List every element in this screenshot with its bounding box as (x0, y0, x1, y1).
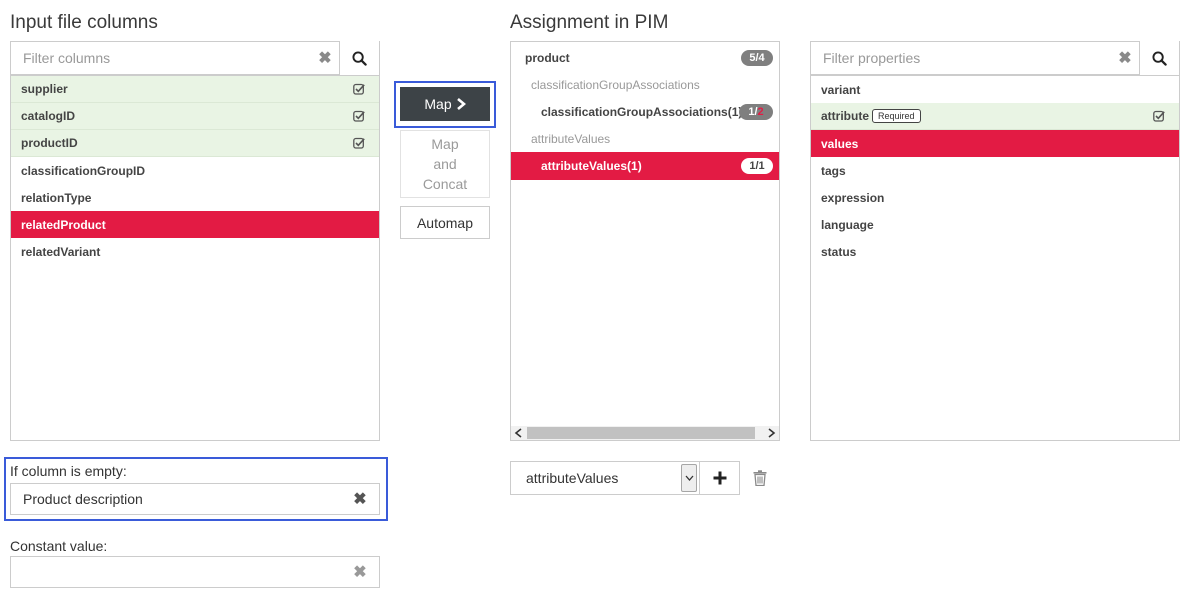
property-item-tags[interactable]: tags (811, 157, 1179, 184)
tree-group-attribute-values[interactable]: attributeValues (511, 125, 779, 152)
map-and-concat-button[interactable]: Map and Concat (400, 130, 490, 198)
property-item-label: variant (821, 82, 861, 97)
constant-value-field: ✖ (10, 556, 380, 588)
tree-group-classification[interactable]: classificationGroupAssociations (511, 71, 779, 98)
pim-tree: product 5/4 classificationGroupAssociati… (510, 41, 780, 441)
map-concat-label-1: Map (431, 136, 459, 152)
tree-node-label: attributeValues(1) (541, 159, 642, 173)
clear-icon[interactable]: ✖ (341, 489, 379, 509)
column-item-label: relatedVariant (21, 244, 101, 259)
clear-icon[interactable]: ✖ (341, 562, 379, 582)
property-item-label: tags (821, 163, 846, 178)
automap-button[interactable]: Automap (400, 206, 490, 239)
mapping-count-badge: 1/2 (739, 104, 773, 120)
tree-node-product[interactable]: product 5/4 (511, 44, 779, 71)
check-square-icon (353, 137, 365, 149)
tree-group-label: attributeValues (531, 131, 611, 146)
search-columns-button[interactable] (339, 41, 379, 75)
plus-icon (713, 471, 726, 485)
column-item-supplier[interactable]: supplier (11, 76, 379, 103)
column-item-label: supplier (21, 82, 68, 96)
clear-icon[interactable]: ✖ (1111, 48, 1139, 68)
property-item-language[interactable]: language (811, 211, 1179, 238)
columns-list: supplier catalogID productID classification… (10, 75, 380, 441)
trash-icon (753, 470, 767, 486)
column-item-label: productID (21, 136, 78, 150)
input-columns-title: Input file columns (10, 12, 158, 33)
add-node-button[interactable] (699, 461, 740, 495)
column-item-productid[interactable]: productID (11, 130, 379, 157)
property-item-label: status (821, 244, 857, 259)
check-square-icon (1153, 110, 1165, 122)
column-item-classificationgroupid[interactable]: classificationGroupID (11, 157, 379, 184)
search-icon (352, 50, 367, 66)
horizontal-scrollbar[interactable] (511, 426, 779, 440)
check-square-icon (353, 83, 365, 95)
property-item-label: attribute (821, 109, 869, 123)
map-button-label: Map (424, 96, 452, 112)
column-item-relatedproduct[interactable]: relatedProduct (11, 211, 379, 238)
tree-node-classification-1[interactable]: classificationGroupAssociations(1) 1/2 (511, 98, 779, 125)
map-button[interactable]: Map (400, 87, 490, 121)
column-item-catalogid[interactable]: catalogID (11, 103, 379, 130)
scrollbar-thumb[interactable] (527, 427, 755, 439)
map-concat-label-2: and (433, 156, 457, 172)
required-tag: Required (872, 109, 921, 123)
column-item-relatedvariant[interactable]: relatedVariant (11, 238, 379, 265)
badge-count-part: 1/ (748, 106, 758, 118)
property-item-status[interactable]: status (811, 238, 1179, 265)
property-item-values[interactable]: values (811, 130, 1179, 157)
property-item-expression[interactable]: expression (811, 184, 1179, 211)
tree-node-attribute-values-1[interactable]: attributeValues(1) 1/1 (511, 152, 779, 180)
clear-icon[interactable]: ✖ (311, 48, 339, 68)
empty-value-input[interactable] (11, 484, 341, 514)
property-item-attribute[interactable]: attribute Required (811, 103, 1179, 130)
map-concat-label-3: Concat (422, 176, 468, 192)
delete-node-button[interactable] (750, 468, 770, 488)
filter-properties-field: ✖ (810, 41, 1180, 75)
constant-value-input[interactable] (11, 557, 341, 587)
empty-value-field: ✖ (10, 483, 380, 515)
search-icon (1152, 50, 1167, 66)
column-item-label: catalogID (21, 109, 76, 123)
property-item-label: expression (821, 190, 885, 205)
filter-columns-input[interactable] (11, 42, 311, 74)
search-properties-button[interactable] (1139, 41, 1179, 75)
chevron-down-icon[interactable] (681, 464, 697, 492)
tree-node-label: product (525, 50, 570, 65)
property-item-label: values (821, 136, 859, 151)
filter-columns-field: ✖ (10, 41, 380, 75)
assignment-title: Assignment in PIM (510, 12, 669, 33)
constant-value-label: Constant value: (10, 538, 108, 554)
tree-node-label: classificationGroupAssociations(1) (541, 104, 743, 119)
property-item-label: language (821, 217, 874, 232)
column-item-label: classificationGroupID (21, 163, 146, 178)
tree-group-label: classificationGroupAssociations (531, 77, 700, 92)
node-type-select-value: attributeValues (526, 470, 619, 486)
column-item-relationtype[interactable]: relationType (11, 184, 379, 211)
mapping-count-badge: 5/4 (741, 50, 773, 66)
column-item-label: relationType (21, 190, 92, 205)
mapping-count-badge: 1/1 (741, 158, 773, 174)
scroll-left-icon[interactable] (511, 426, 527, 440)
node-type-select[interactable]: attributeValues (510, 461, 700, 495)
properties-list: variant attribute Required values tags expres… (810, 75, 1180, 441)
filter-properties-input[interactable] (811, 42, 1111, 74)
empty-value-label: If column is empty: (10, 463, 127, 479)
column-item-label: relatedProduct (21, 217, 106, 232)
property-item-variant[interactable]: variant (811, 76, 1179, 103)
check-square-icon (353, 110, 365, 122)
badge-required-part: 2 (757, 106, 764, 118)
scroll-right-icon[interactable] (763, 426, 779, 440)
chevron-right-icon (456, 98, 466, 110)
